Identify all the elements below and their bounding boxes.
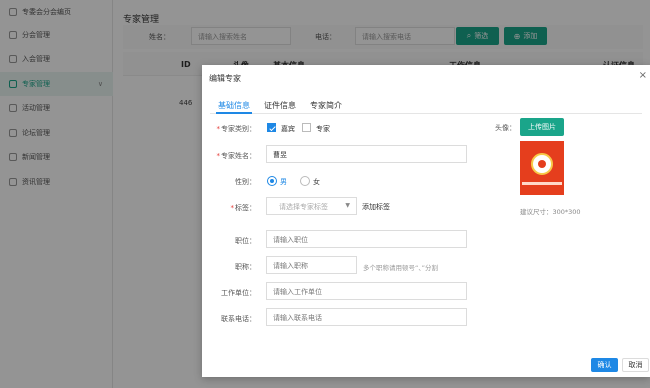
gender-male-label: 男 [280,178,287,186]
avatar-size-hint: 建议尺寸：300*300 [520,208,581,216]
professional-title-label: 职称： [235,263,256,271]
phone-label: 联系电话： [221,315,256,323]
required-mark: * [216,152,221,160]
add-tag-link[interactable]: 添加标签 [362,202,390,212]
gender-label: 性别： [235,178,256,186]
emblem-icon [531,153,553,175]
modal-tabs: 基础信息 证件信息 专家简介 [210,96,642,114]
position-input[interactable]: 请输入职位 [266,230,467,248]
confirm-button[interactable]: 确认 [591,358,618,372]
modal-title: 编辑专家 [209,74,241,83]
required-mark: * [216,125,221,133]
active-tab-indicator [216,112,252,114]
gender-female-radio[interactable] [300,176,310,186]
gender-male-radio[interactable] [267,176,277,186]
workplace-label: 工作单位： [221,289,256,297]
workplace-input[interactable]: 请输入工作单位 [266,282,467,300]
tab-certificates[interactable]: 证件信息 [264,100,296,111]
category-expert-label: 专家 [316,125,330,133]
edit-expert-modal: 编辑专家 × 基础信息 证件信息 专家简介 *专家类别： 嘉宾 专家 *专家姓名… [202,65,650,377]
position-label: 职位： [235,237,256,245]
professional-title-hint: 多个职称请用顿号“、”分割 [363,264,438,272]
professional-title-input[interactable]: 请输入职称 [266,256,357,274]
avatar-image [520,141,564,195]
phone-input[interactable]: 请输入联系电话 [266,308,467,326]
category-expert-checkbox[interactable] [302,123,311,132]
upload-image-button[interactable]: 上传图片 [520,118,564,136]
category-label: *专家类别： [216,125,257,133]
tab-basic-info[interactable]: 基础信息 [218,100,250,111]
close-icon[interactable]: × [639,70,647,81]
tag-label: *标签： [230,204,257,212]
gender-female-label: 女 [313,178,320,186]
category-guest-checkbox[interactable] [267,123,276,132]
avatar-label: 头像： [495,124,516,132]
caret-down-icon: ▼ [345,202,350,209]
avatar-caption-strip [522,182,562,185]
name-label: *专家姓名： [216,152,257,160]
category-guest-label: 嘉宾 [281,125,295,133]
required-mark: * [230,204,235,212]
tag-select[interactable]: 请选择专家标签 ▼ [266,197,357,215]
tag-select-placeholder: 请选择专家标签 [279,203,328,211]
cancel-button[interactable]: 取消 [622,358,649,372]
expert-name-input[interactable]: 曹昱 [266,145,467,163]
tab-expert-intro[interactable]: 专家简介 [310,100,342,111]
